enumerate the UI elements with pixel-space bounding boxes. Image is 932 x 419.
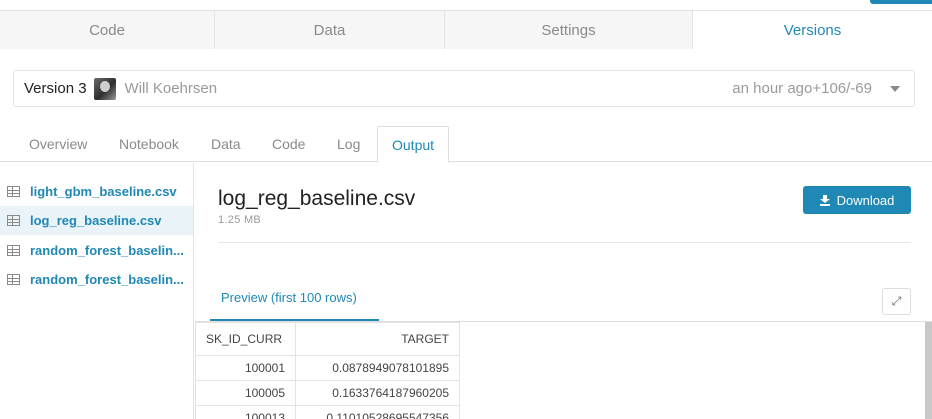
table-icon	[7, 245, 20, 256]
tab-data[interactable]: Data	[215, 11, 445, 49]
main-tabs: Code Data Settings Versions	[0, 10, 932, 49]
table-cell: 0.0878949078101895	[295, 355, 460, 381]
subtab-log[interactable]: Log	[337, 126, 360, 162]
output-content: log_reg_baseline.csv 1.25 MB Download Pr…	[195, 163, 932, 419]
version-selector[interactable]: Version 3 Will Koehrsen an hour ago +106…	[13, 70, 915, 107]
divider	[218, 242, 911, 243]
tab-settings[interactable]: Settings	[445, 11, 693, 49]
table-row: 100013 0.11010528695547356	[195, 405, 460, 419]
table-icon	[7, 186, 20, 197]
file-item[interactable]: light_gbm_baseline.csv	[0, 177, 193, 206]
preview-table: SK_ID_CURR TARGET 100001 0.0878949078101…	[195, 322, 460, 419]
table-row: 100001 0.0878949078101895	[195, 355, 460, 381]
output-file-list: light_gbm_baseline.csv log_reg_baseline.…	[0, 163, 194, 419]
column-header[interactable]: TARGET	[295, 322, 460, 356]
subtab-data[interactable]: Data	[211, 126, 241, 162]
sub-tabs: Overview Notebook Data Code Log Output	[0, 126, 932, 163]
download-icon	[819, 194, 830, 206]
file-name: log_reg_baseline.csv	[30, 213, 162, 228]
top-accent-bar	[870, 0, 932, 4]
output-file-title: log_reg_baseline.csv	[218, 187, 416, 210]
table-cell: 0.1633764187960205	[295, 380, 460, 406]
output-file-size: 1.25 MB	[218, 214, 262, 226]
table-cell: 100005	[195, 380, 296, 406]
file-name: random_forest_baselin...	[30, 243, 184, 258]
author-name: Will Koehrsen	[124, 80, 218, 97]
table-cell: 100013	[195, 405, 296, 419]
file-name: light_gbm_baseline.csv	[30, 184, 177, 199]
table-icon	[7, 215, 20, 226]
table-cell: 0.11010528695547356	[295, 405, 460, 419]
column-header[interactable]: SK_ID_CURR	[195, 322, 296, 356]
scrollbar[interactable]	[925, 322, 932, 419]
tab-preview[interactable]: Preview (first 100 rows)	[221, 290, 357, 305]
expand-button[interactable]: ⤢	[882, 288, 911, 315]
file-item[interactable]: random_forest_baselin...	[0, 265, 193, 294]
tab-versions[interactable]: Versions	[693, 11, 932, 49]
version-label: Version 3	[24, 80, 87, 97]
subtab-output[interactable]: Output	[377, 126, 450, 163]
version-timestamp: an hour ago	[732, 80, 813, 97]
version-diff: +106/-69	[812, 80, 872, 97]
subtab-notebook[interactable]: Notebook	[119, 126, 179, 162]
subtab-code[interactable]: Code	[272, 126, 305, 162]
table-cell: 100001	[195, 355, 296, 381]
table-row: 100005 0.1633764187960205	[195, 380, 460, 406]
table-icon	[7, 274, 20, 285]
top-strip	[0, 0, 932, 10]
tab-code[interactable]: Code	[0, 11, 215, 49]
file-name: random_forest_baselin...	[30, 272, 184, 287]
file-item[interactable]: log_reg_baseline.csv	[0, 206, 193, 235]
expand-icon: ⤢	[891, 294, 902, 308]
subtab-overview[interactable]: Overview	[29, 126, 87, 162]
download-label: Download	[836, 192, 895, 208]
download-button[interactable]: Download	[803, 186, 911, 214]
file-item[interactable]: random_forest_baselin...	[0, 236, 193, 265]
table-header-row: SK_ID_CURR TARGET	[195, 322, 460, 356]
chevron-down-icon	[890, 85, 900, 92]
avatar	[93, 77, 116, 100]
